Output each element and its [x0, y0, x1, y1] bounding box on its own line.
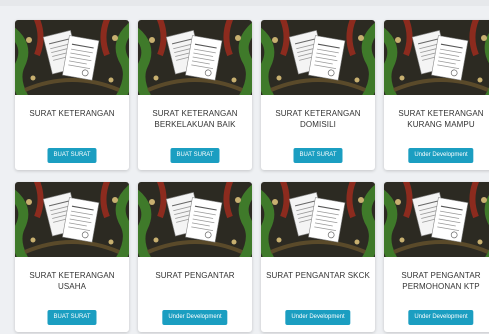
document-illustration-icon: [138, 20, 252, 95]
card-title: SURAT KETERANGAN BERKELAKUAN BAIK: [152, 109, 238, 129]
letter-card-domisili: SURAT KETERANGAN DOMISILI BUAT SURAT: [261, 20, 375, 170]
document-illustration-icon: [261, 182, 375, 257]
letter-card-permohonan-ktp: SURAT PENGANTAR PERMOHONAN KTP Under Dev…: [384, 182, 489, 332]
card-title: SURAT PENGANTAR SKCK: [266, 271, 370, 280]
top-divider: [0, 0, 489, 6]
card-title: SURAT PENGANTAR: [155, 271, 235, 280]
create-letter-button[interactable]: BUAT SURAT: [47, 148, 97, 163]
under-development-button[interactable]: Under Development: [408, 148, 474, 163]
card-title: SURAT PENGANTAR PERMOHONAN KTP: [401, 271, 481, 291]
document-illustration-icon: [15, 20, 129, 95]
letter-card-surat-pengantar: SURAT PENGANTAR Under Development: [138, 182, 252, 332]
letter-card-surat-keterangan: SURAT KETERANGAN BUAT SURAT: [15, 20, 129, 170]
card-title: SURAT KETERANGAN KURANG MAMPU: [398, 109, 484, 129]
create-letter-button[interactable]: BUAT SURAT: [47, 310, 97, 325]
document-illustration-icon: [384, 20, 489, 95]
under-development-button[interactable]: Under Development: [408, 310, 474, 325]
document-illustration-icon: [138, 182, 252, 257]
document-illustration-icon: [15, 182, 129, 257]
create-letter-button[interactable]: BUAT SURAT: [293, 148, 343, 163]
document-illustration-icon: [261, 20, 375, 95]
card-title: SURAT KETERANGAN: [29, 109, 115, 118]
create-letter-button[interactable]: BUAT SURAT: [170, 148, 220, 163]
letter-card-berkelakuan-baik: SURAT KETERANGAN BERKELAKUAN BAIK BUAT S…: [138, 20, 252, 170]
card-title: SURAT KETERANGAN DOMISILI: [275, 109, 361, 129]
letter-card-pengantar-skck: SURAT PENGANTAR SKCK Under Development: [261, 182, 375, 332]
letter-card-usaha: SURAT KETERANGAN USAHA BUAT SURAT: [15, 182, 129, 332]
document-illustration-icon: [384, 182, 489, 257]
under-development-button[interactable]: Under Development: [285, 310, 351, 325]
letter-card-kurang-mampu: SURAT KETERANGAN KURANG MAMPU Under Deve…: [384, 20, 489, 170]
under-development-button[interactable]: Under Development: [162, 310, 228, 325]
card-title: SURAT KETERANGAN USAHA: [29, 271, 115, 291]
